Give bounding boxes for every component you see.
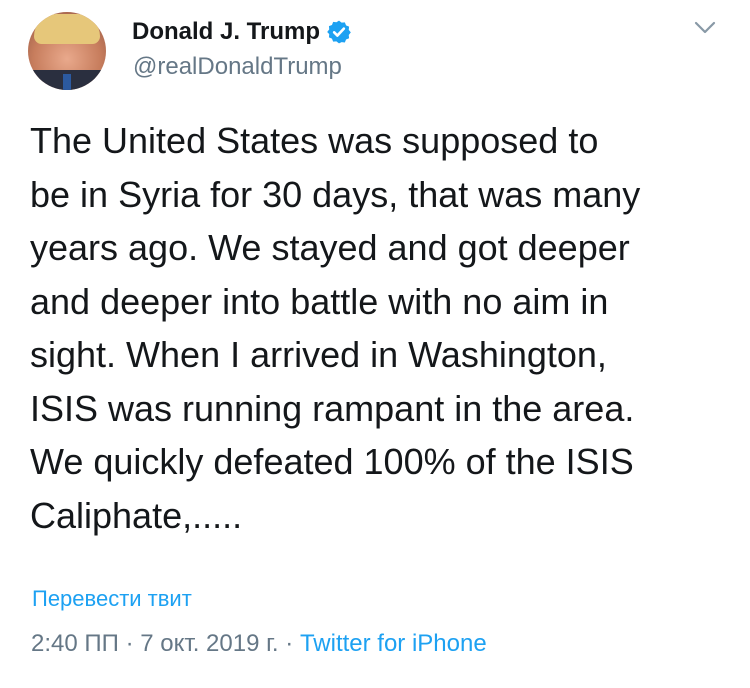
tweet-card: Donald J. Trump @realDonaldTrump The Uni…: [0, 0, 750, 688]
meta-separator: ·: [125, 630, 134, 657]
author-handle[interactable]: @realDonaldTrump: [133, 52, 342, 82]
tweet-text-line: Caliphate,.....: [30, 494, 243, 536]
tweet-text-line: and deeper into battle with no aim in: [30, 280, 609, 322]
tweet-metadata: 2:40 ПП · 7 окт. 2019 г. · Twitter for i…: [31, 628, 487, 660]
tweet-text-line: We quickly defeated 100% of the ISIS: [30, 441, 634, 482]
chevron-down-icon[interactable]: [690, 16, 720, 40]
tweet-text-line: ISIS was running rampant in the area.: [30, 387, 635, 429]
author-display-name[interactable]: Donald J. Trump: [132, 17, 320, 47]
author-name-row[interactable]: Donald J. Trump: [132, 17, 352, 47]
avatar-hair: [34, 14, 100, 44]
tweet-text-line: be in Syria for 30 days, that was many: [30, 173, 641, 215]
tweet-text-line: sight. When I arrived in Washington,: [30, 334, 607, 375]
tweet-source-link[interactable]: Twitter for iPhone: [300, 630, 487, 657]
tweet-date[interactable]: 7 окт. 2019 г.: [140, 630, 278, 657]
tweet-text: The United States was supposed to be in …: [30, 114, 730, 542]
tweet-time[interactable]: 2:40 ПП: [31, 630, 119, 657]
verified-badge-icon: [326, 19, 352, 45]
meta-separator: ·: [285, 630, 294, 657]
tweet-text-line: The United States was supposed to: [30, 120, 599, 161]
avatar-tie: [63, 74, 71, 90]
translate-tweet-link[interactable]: Перевести твит: [32, 585, 192, 613]
tweet-text-line: years ago. We stayed and got deeper: [30, 227, 630, 268]
avatar[interactable]: [28, 12, 106, 90]
